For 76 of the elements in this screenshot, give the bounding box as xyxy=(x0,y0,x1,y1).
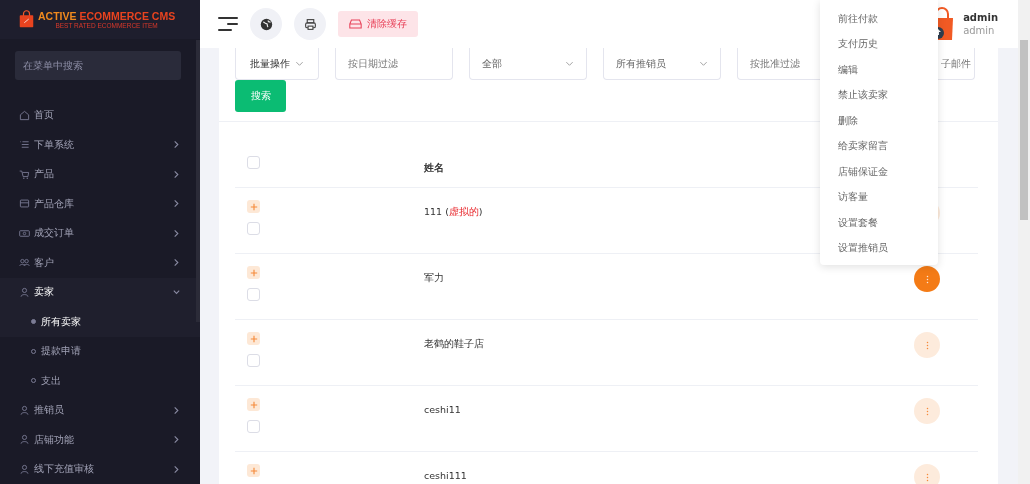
drive-icon xyxy=(349,19,362,29)
globe-button[interactable] xyxy=(250,8,282,40)
seller-name: 军力 xyxy=(424,272,444,283)
sidebar-item[interactable]: 下单系统 xyxy=(0,130,200,160)
more-options-button[interactable] xyxy=(914,332,940,358)
seller-name: ceshi11 xyxy=(424,404,461,415)
filter-select[interactable]: 所有推销员 xyxy=(603,48,721,80)
more-options-button[interactable] xyxy=(914,398,940,424)
sidebar-item[interactable]: 线下充值审核 xyxy=(0,454,200,484)
select-all-checkbox[interactable] xyxy=(247,156,260,169)
plus-icon xyxy=(249,466,258,475)
plus-icon xyxy=(249,268,258,277)
sidebar-subitem[interactable]: 支出 xyxy=(0,366,200,396)
menu-item[interactable]: 店铺保证金 xyxy=(820,159,938,185)
sidebar-item[interactable]: 成交订单 xyxy=(0,218,200,248)
menu-item[interactable]: 给卖家留言 xyxy=(820,133,938,159)
menu-icon[interactable] xyxy=(218,16,238,32)
expand-button[interactable] xyxy=(247,398,260,411)
sidebar-subitem[interactable]: 所有卖家 xyxy=(0,307,200,337)
menu-item[interactable]: 设置推销员 xyxy=(820,235,938,261)
row-checkbox[interactable] xyxy=(247,354,260,367)
box-icon xyxy=(19,198,30,210)
sidebar-item[interactable]: 客户 xyxy=(0,248,200,278)
logo-title: ECOMMERCE CMS xyxy=(79,9,176,22)
expand-button[interactable] xyxy=(247,464,260,477)
expand-button[interactable] xyxy=(247,266,260,279)
user-icon xyxy=(19,286,30,298)
chevron-down-icon xyxy=(699,59,708,68)
menu-item[interactable]: 前往付款 xyxy=(820,6,938,32)
user-icon xyxy=(19,404,30,416)
bullet-icon xyxy=(31,319,36,325)
filter-field[interactable]: 按日期过滤 xyxy=(335,48,453,80)
more-options-button[interactable] xyxy=(914,266,940,292)
sidebar-item[interactable]: 店铺功能 xyxy=(0,425,200,455)
seller-name: 老鹤的鞋子店 xyxy=(424,338,484,349)
menu-item[interactable]: 设置套餐 xyxy=(820,210,938,236)
plus-icon xyxy=(249,334,258,343)
user-role: admin xyxy=(963,25,996,36)
logo-title: ACTIVE xyxy=(38,9,77,22)
banknote-icon xyxy=(19,227,30,239)
more-options-button[interactable] xyxy=(914,464,940,484)
row-checkbox[interactable] xyxy=(247,420,260,433)
expand-button[interactable] xyxy=(247,332,260,345)
column-header: 姓名 xyxy=(424,162,444,173)
sidebar-item[interactable]: 产品仓库 xyxy=(0,189,200,219)
cart-icon xyxy=(19,168,30,180)
shopping-bag-icon xyxy=(19,9,34,30)
row-checkbox[interactable] xyxy=(247,288,260,301)
menu-item[interactable]: 禁止该卖家 xyxy=(820,82,938,108)
printer-icon xyxy=(303,17,317,31)
chevron-down-icon xyxy=(565,59,574,68)
menu-item[interactable]: 访客量 xyxy=(820,184,938,210)
globe-icon xyxy=(259,17,273,31)
sidebar-item[interactable]: 推销员 xyxy=(0,395,200,425)
user-icon xyxy=(19,463,30,475)
chevron-down-icon xyxy=(295,59,304,68)
sidebar-subitem[interactable]: 提款申请 xyxy=(0,336,200,366)
page-scrollbar[interactable] xyxy=(1018,0,1030,484)
menu-item[interactable]: 删除 xyxy=(820,108,938,134)
menu-search-field[interactable]: 在菜单中搜索 xyxy=(15,50,181,80)
list-icon xyxy=(19,139,30,151)
seller-name: 111 (虚拟的) xyxy=(424,206,483,217)
users-icon xyxy=(19,257,30,269)
plus-icon xyxy=(249,202,258,211)
sidebar-scrollbar[interactable] xyxy=(196,40,200,322)
seller-name: ceshi111 xyxy=(424,470,467,481)
plus-icon xyxy=(249,400,258,409)
expand-button[interactable] xyxy=(247,200,260,213)
user-icon xyxy=(19,434,30,446)
sidebar-item[interactable]: 首页 xyxy=(0,100,200,130)
print-button[interactable] xyxy=(294,8,326,40)
row-checkbox[interactable] xyxy=(247,222,260,235)
user-name: admin xyxy=(963,12,998,23)
home-icon xyxy=(19,109,30,121)
filter-select[interactable]: 全部 xyxy=(469,48,587,80)
sidebar-item[interactable]: 产品 xyxy=(0,159,200,189)
